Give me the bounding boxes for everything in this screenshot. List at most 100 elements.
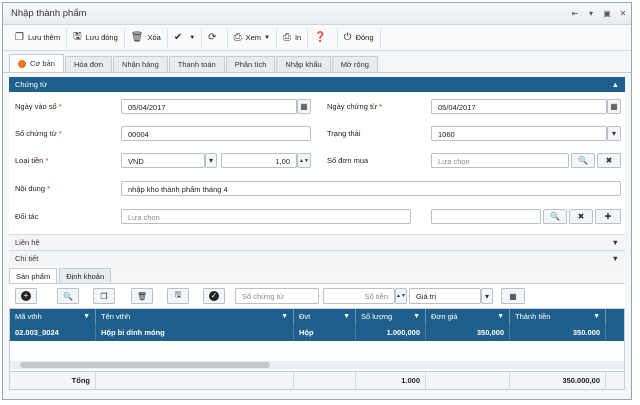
calendar-icon[interactable]: ▦ <box>607 99 621 114</box>
partner-field[interactable]: Lựa chọn <box>121 209 411 224</box>
po-field[interactable]: Lựa chọn <box>431 153 569 168</box>
save-close-button[interactable]: 🖫 Lưu đóng <box>67 27 125 48</box>
print-button[interactable]: ⎙ In <box>277 27 309 48</box>
detail-section[interactable]: Chi tiết ▼ <box>9 250 625 266</box>
cell-unit[interactable]: Hộp <box>294 324 356 341</box>
filter-icon[interactable]: ▼ <box>413 313 420 320</box>
partner-label: Đối tác <box>15 212 39 221</box>
tab-accounting[interactable]: Định khoản <box>59 268 112 283</box>
active-tab-icon <box>18 59 26 68</box>
search-button[interactable]: 🔍 <box>57 288 79 304</box>
save-icon: 🖫 <box>174 290 182 299</box>
col-code[interactable]: Mã vthh ▼ <box>10 309 96 324</box>
filter-icon[interactable]: ▼ <box>593 313 600 320</box>
maximize-icon[interactable]: ▣ <box>599 9 615 18</box>
pin-icon[interactable]: ⇤ <box>567 9 583 18</box>
delete-row-button[interactable]: 🗑 <box>131 288 153 304</box>
tab-basic[interactable]: Cơ bản <box>9 54 64 72</box>
po-label: Số đơn mua <box>327 156 369 165</box>
detail-section-label: Chi tiết <box>15 254 39 263</box>
contact-section[interactable]: Liên hệ ▼ <box>9 234 625 250</box>
doc-date-field[interactable]: 05/04/2017 <box>431 99 607 114</box>
chevron-down-icon[interactable]: ▾ <box>481 288 493 304</box>
contact-section-label: Liên hệ <box>15 238 40 247</box>
tab-payment[interactable]: Thanh toán <box>168 56 225 72</box>
col-unit[interactable]: Đvt ▼ <box>294 309 356 324</box>
status-select[interactable]: 1060 <box>431 126 607 141</box>
refresh-button[interactable]: ⟳ <box>202 27 228 48</box>
filter-icon[interactable]: ▼ <box>83 313 90 320</box>
col-qty[interactable]: Số lượng ▼ <box>356 309 426 324</box>
tab-receiving[interactable]: Nhận hàng <box>113 56 168 72</box>
cell-name[interactable]: Hộp bi dính móng <box>96 324 294 341</box>
chevron-down-icon[interactable]: ▾ <box>205 153 217 168</box>
clear-icon[interactable]: ✖ <box>569 209 593 224</box>
clear-icon[interactable]: ✖ <box>597 153 621 168</box>
tab-extend[interactable]: Mở rộng <box>331 56 378 72</box>
footer-empty <box>426 372 510 389</box>
filter-icon[interactable]: ▼ <box>281 313 288 320</box>
scrollbar-thumb[interactable] <box>20 362 270 368</box>
chevron-down-icon[interactable]: ▾ <box>607 126 621 141</box>
approve-dropdown-button[interactable]: ✔ ▼ <box>168 27 203 48</box>
calendar-icon[interactable]: ▦ <box>297 99 311 114</box>
help-button[interactable]: ❓ <box>308 27 338 48</box>
copy-row-button[interactable]: ❐ <box>93 288 115 304</box>
table-row[interactable]: 02.003_0024 Hộp bi dính móng Hộp 1.000,0… <box>10 324 624 341</box>
window-title: Nhập thành phẩm <box>11 8 87 19</box>
save-new-button[interactable]: ❐ Lưu thêm <box>9 27 68 48</box>
cell-amount[interactable]: 350.000 <box>510 324 606 341</box>
cell-price[interactable]: 350,000 <box>426 324 510 341</box>
close-label: Đóng <box>355 33 374 42</box>
col-amount-label: Thành tiền <box>515 312 551 321</box>
filter-icon[interactable]: ▼ <box>497 313 504 320</box>
col-unit-label: Đvt <box>299 312 311 321</box>
add-row-button[interactable]: + <box>15 288 37 304</box>
amount-filter[interactable]: Số tiền <box>323 288 395 304</box>
tab-invoice[interactable]: Hóa đơn <box>64 56 113 72</box>
col-price-label: Đơn giá <box>431 312 458 321</box>
partner-name-field[interactable] <box>431 209 541 224</box>
doc-no-label: Số chứng từ * <box>15 129 62 138</box>
copy-icon: ❐ <box>15 32 24 43</box>
calculator-button[interactable]: ▦ <box>501 288 525 304</box>
col-amount[interactable]: Thành tiền ▼ <box>510 309 606 324</box>
view-button[interactable]: ⎙ Xem ▼ <box>228 27 277 48</box>
confirm-button[interactable]: ✓ <box>203 288 225 304</box>
entry-date-field[interactable]: 05/04/2017 <box>121 99 297 114</box>
cell-code[interactable]: 02.003_0024 <box>10 324 96 341</box>
help-icon: ❓ <box>314 32 327 43</box>
currency-select[interactable]: VND <box>121 153 205 168</box>
horizontal-scrollbar[interactable] <box>10 361 624 369</box>
check-icon: ✓ <box>210 291 218 300</box>
save-grid-button[interactable]: 🖫 <box>167 288 189 304</box>
collapse-icon[interactable]: ▾ <box>583 9 599 18</box>
content-field[interactable]: nhập kho thành phẩm tháng 4 <box>121 181 621 196</box>
chevron-down-icon: ▼ <box>611 254 619 263</box>
section-header[interactable]: Chứng từ ▲ <box>9 77 625 92</box>
close-button[interactable]: ⏻ Đóng <box>338 27 381 48</box>
col-price[interactable]: Đơn giá ▼ <box>426 309 510 324</box>
exchange-rate-field[interactable]: 1,00 <box>221 153 297 168</box>
tab-products[interactable]: Sản phẩm <box>9 268 58 283</box>
cell-qty[interactable]: 1.000,000 <box>356 324 426 341</box>
add-icon[interactable]: ✚ <box>595 209 621 224</box>
detail-tabs: Sản phẩm Định khoản <box>9 268 625 284</box>
doc-no-field[interactable]: 00004 <box>121 126 311 141</box>
close-window-icon[interactable]: ✕ <box>615 9 631 18</box>
basic-panel: Chứng từ ▲ Ngày vào sổ * 05/04/2017 ▦ Ng… <box>9 77 625 266</box>
doc-no-filter[interactable]: Số chứng từ <box>235 288 319 304</box>
col-code-label: Mã vthh <box>15 312 42 321</box>
rate-stepper[interactable]: ▲▼ <box>297 153 311 168</box>
tab-import[interactable]: Nhập khẩu <box>276 56 331 72</box>
search-icon[interactable]: 🔍 <box>543 209 567 224</box>
amount-stepper[interactable]: ▲▼ <box>395 288 407 304</box>
tab-analysis[interactable]: Phân tích <box>225 56 276 72</box>
search-icon[interactable]: 🔍 <box>571 153 595 168</box>
filter-icon[interactable]: ▼ <box>343 313 350 320</box>
col-name[interactable]: Tên vthh ▼ <box>96 309 294 324</box>
copy-icon: ❐ <box>100 291 108 301</box>
delete-button[interactable]: 🗑 Xóa <box>125 27 168 48</box>
value-select[interactable]: Giá trị <box>409 288 481 304</box>
grid-header: Mã vthh ▼ Tên vthh ▼ Đvt ▼ Số lượng ▼ Đơn gi… <box>10 309 624 324</box>
